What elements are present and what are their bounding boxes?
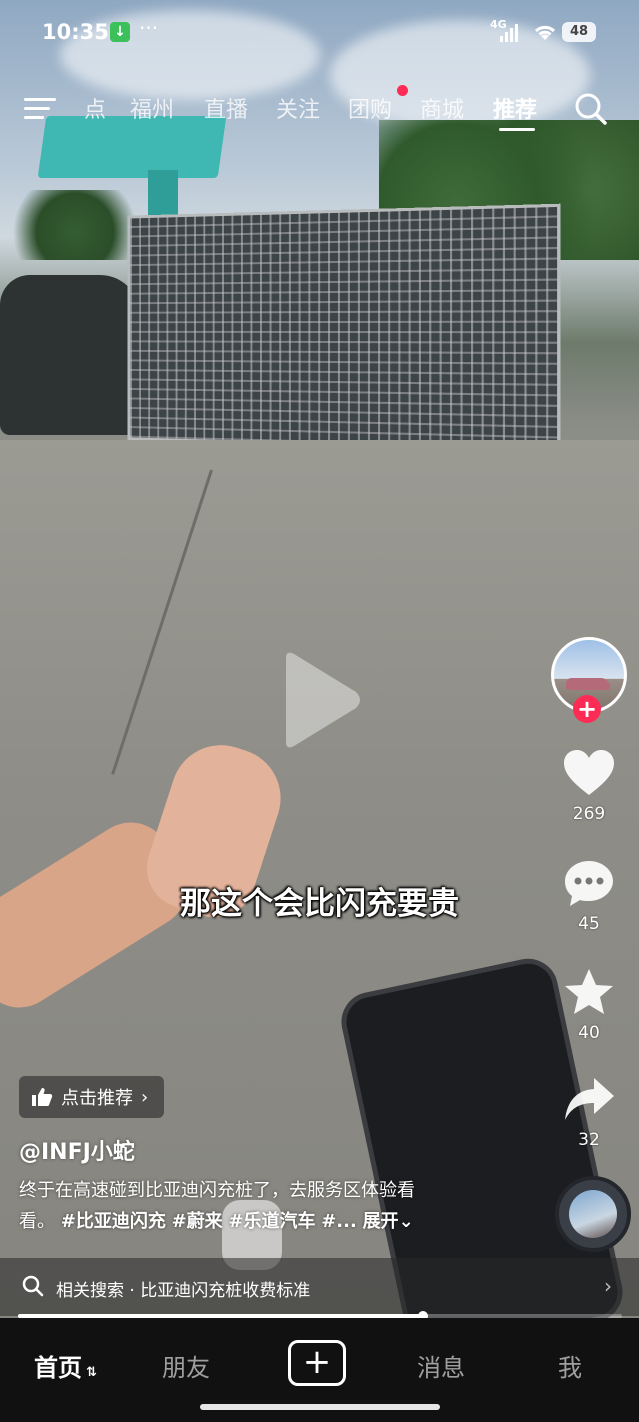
active-tab-indicator (499, 128, 535, 131)
tab-live[interactable]: 直播 (204, 92, 248, 124)
nav-home[interactable]: 首页 ⇅ (34, 1348, 97, 1383)
related-search-prefix: 相关搜索 (56, 1281, 124, 1301)
recommend-label: 点击推荐 (61, 1088, 133, 1109)
tab-nearby[interactable]: 点 (84, 92, 106, 124)
tab-city[interactable]: 福州 (130, 92, 174, 124)
favorite-button[interactable]: 40 (559, 967, 619, 1043)
like-button[interactable]: 269 (559, 748, 619, 824)
related-search-text: 相关搜索 · 比亚迪闪充桩收费标准 (56, 1276, 310, 1301)
search-icon[interactable] (574, 92, 608, 126)
status-bar: 10:35 ↓ ··· 4G 48 (0, 14, 639, 50)
related-search-query: 比亚迪闪充桩收费标准 (140, 1281, 311, 1301)
thumbs-up-icon (32, 1088, 53, 1106)
tab-group-buy[interactable]: 团购 (348, 92, 392, 124)
description-line-1: 终于在高速碰到比亚迪闪充桩了，去服务区体验看 (19, 1180, 415, 1201)
description-line-2: 看。 #比亚迪闪充 #蔚来 #乐道汽车 #... 展开⌄ (19, 1206, 539, 1237)
fence-enclosure (127, 203, 561, 453)
top-nav: 点 福州 直播 关注 团购 商城 推荐 (0, 85, 639, 132)
comment-button[interactable]: 45 (559, 858, 619, 934)
play-icon[interactable] (278, 650, 368, 750)
post-description: 终于在高速碰到比亚迪闪充桩了，去服务区体验看 看。 #比亚迪闪充 #蔚来 #乐道… (19, 1175, 539, 1237)
home-indicator (200, 1404, 440, 1410)
hashtag[interactable]: #比亚迪闪充 (61, 1211, 166, 1232)
status-time: 10:35 (42, 20, 109, 44)
expand-button[interactable]: 展开⌄ (363, 1211, 414, 1232)
heart-icon (564, 750, 614, 795)
author-name[interactable]: @INFJ小蛇 (19, 1134, 135, 1166)
parked-car (0, 275, 140, 435)
share-icon (565, 1078, 614, 1120)
more-status-icon: ··· (139, 16, 159, 40)
follow-button[interactable]: + (573, 695, 601, 723)
music-disc[interactable] (555, 1176, 631, 1252)
favorite-count: 40 (578, 1023, 600, 1043)
tab-following[interactable]: 关注 (276, 92, 320, 124)
tab-recommend[interactable]: 推荐 (493, 92, 537, 124)
separator: · (129, 1281, 135, 1301)
nav-me[interactable]: 我 (558, 1348, 582, 1383)
chevron-right-icon: › (141, 1086, 149, 1108)
notification-dot (397, 85, 408, 96)
tab-mall[interactable]: 商城 (420, 92, 464, 124)
chevron-right-icon: › (604, 1274, 612, 1298)
search-icon (22, 1275, 44, 1297)
download-icon: ↓ (110, 22, 130, 42)
star-icon (565, 969, 613, 1014)
comment-icon (565, 861, 613, 906)
nav-friends[interactable]: 朋友 (162, 1348, 210, 1383)
like-count: 269 (572, 804, 606, 824)
signal-icon (500, 24, 518, 42)
hashtag[interactable]: #蔚来 (172, 1211, 223, 1232)
nav-messages[interactable]: 消息 (417, 1348, 465, 1383)
video-subtitle: 那这个会比闪充要贵 (180, 886, 459, 922)
comment-count: 45 (578, 914, 600, 934)
create-post-button[interactable]: + (288, 1340, 346, 1386)
related-search-bar[interactable]: 相关搜索 · 比亚迪闪充桩收费标准 › (0, 1258, 639, 1316)
recommend-button[interactable]: 点击推荐 › (19, 1076, 165, 1118)
share-button[interactable]: 32 (559, 1076, 619, 1150)
menu-icon[interactable] (24, 96, 56, 122)
description-text: 看。 (19, 1211, 55, 1232)
wifi-icon (534, 25, 556, 40)
hashtag[interactable]: #... (321, 1211, 357, 1232)
share-count: 32 (578, 1130, 600, 1150)
hashtag[interactable]: #乐道汽车 (228, 1211, 315, 1232)
battery-icon: 48 (562, 22, 596, 42)
